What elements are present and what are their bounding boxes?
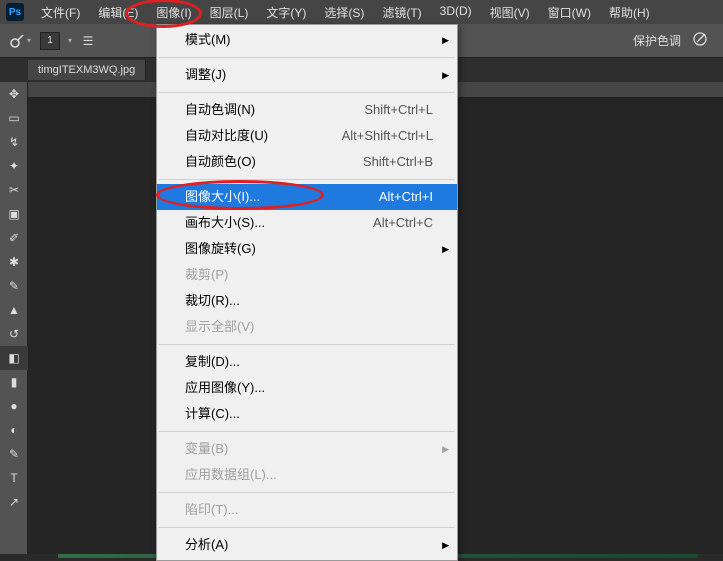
current-tool-icon[interactable]: ▾	[6, 27, 34, 55]
menu-item: 裁剪(P)	[157, 262, 457, 288]
menu-item-label: 画布大小(S)...	[185, 214, 265, 232]
menu-item: 变量(B)	[157, 436, 457, 462]
menu-separator	[159, 344, 455, 345]
menu-item: 应用数据组(L)...	[157, 462, 457, 488]
menu-help[interactable]: 帮助(H)	[600, 0, 659, 25]
menu-item-label: 自动对比度(U)	[185, 127, 268, 145]
menu-item[interactable]: 应用图像(Y)...	[157, 375, 457, 401]
menu-item-label: 模式(M)	[185, 31, 231, 49]
menu-item-label: 应用图像(Y)...	[185, 379, 265, 397]
menu-layer[interactable]: 图层(L)	[201, 0, 258, 25]
menu-item-label: 图像大小(I)...	[185, 188, 260, 206]
eraser-tool[interactable]: ◧	[0, 346, 28, 370]
ps-logo-icon: Ps	[6, 3, 24, 21]
menu-item-label: 计算(C)...	[185, 405, 240, 423]
menu-separator	[159, 57, 455, 58]
type-tool[interactable]: T	[0, 466, 28, 490]
document-tab[interactable]: timgITEXM3WQ.jpg	[28, 60, 146, 80]
menu-item-label: 裁切(R)...	[185, 292, 240, 310]
marquee-tool[interactable]: ▭	[0, 106, 28, 130]
menu-type[interactable]: 文字(Y)	[257, 0, 315, 25]
move-tool[interactable]: ✥	[0, 82, 28, 106]
menu-item-label: 裁剪(P)	[185, 266, 228, 284]
image-menu-dropdown: 模式(M) 调整(J) 自动色调(N) Shift+Ctrl+L 自动对比度(U) Alt…	[156, 24, 458, 561]
wand-tool[interactable]: ✦	[0, 154, 28, 178]
menu-item[interactable]: 自动对比度(U) Alt+Shift+Ctrl+L	[157, 123, 457, 149]
menu-file[interactable]: 文件(F)	[32, 0, 89, 25]
menu-item-label: 调整(J)	[185, 66, 226, 84]
menu-item-label: 自动颜色(O)	[185, 153, 256, 171]
menu-item-label: 图像旋转(G)	[185, 240, 256, 258]
menu-item[interactable]: 自动颜色(O) Shift+Ctrl+B	[157, 149, 457, 175]
layers-option-icon[interactable]: ☰	[76, 29, 100, 53]
menubar: Ps 文件(F)编辑(E)图像(I)图层(L)文字(Y)选择(S)滤镜(T)3D…	[0, 0, 723, 24]
blur-tool[interactable]: ●	[0, 394, 28, 418]
menu-separator	[159, 527, 455, 528]
menu-item[interactable]: 图像大小(I)... Alt+Ctrl+I	[157, 184, 457, 210]
menu-item-label: 变量(B)	[185, 440, 228, 458]
menu-item-label: 分析(A)	[185, 536, 228, 554]
menu-edit[interactable]: 编辑(E)	[89, 0, 147, 25]
pen-tool[interactable]: ✎	[0, 442, 28, 466]
frame-tool[interactable]: ▣	[0, 202, 28, 226]
menu-separator	[159, 492, 455, 493]
menu-separator	[159, 179, 455, 180]
menu-item[interactable]: 复制(D)...	[157, 349, 457, 375]
menu-item[interactable]: 模式(M)	[157, 27, 457, 53]
eyedropper-tool[interactable]: ✐	[0, 226, 28, 250]
menu-filter[interactable]: 滤镜(T)	[373, 0, 430, 25]
path-tool[interactable]: ↗	[0, 490, 28, 514]
menu-item[interactable]: 画布大小(S)... Alt+Ctrl+C	[157, 210, 457, 236]
menu-item: 陷印(T)...	[157, 497, 457, 523]
toolbox: ✥▭↯✦✂▣✐✱✎▲↺◧▮●◐✎T↗	[0, 82, 28, 554]
menu-3d[interactable]: 3D(D)	[431, 0, 481, 25]
menu-select[interactable]: 选择(S)	[315, 0, 373, 25]
menu-item-label: 陷印(T)...	[185, 501, 238, 519]
menu-item-shortcut: Alt+Ctrl+I	[379, 188, 433, 206]
menu-item-label: 自动色调(N)	[185, 101, 255, 119]
stamp-tool[interactable]: ▲	[0, 298, 28, 322]
menu-separator	[159, 92, 455, 93]
menu-item-label: 显示全部(V)	[185, 318, 254, 336]
heal-tool[interactable]: ✱	[0, 250, 28, 274]
menu-item[interactable]: 分析(A)	[157, 532, 457, 558]
menu-view[interactable]: 视图(V)	[481, 0, 539, 25]
sample-size-input[interactable]: 1	[40, 32, 60, 50]
menu-item-shortcut: Alt+Ctrl+C	[373, 214, 433, 232]
preserve-tone-label: 保护色调	[633, 32, 681, 49]
menu-item-label: 复制(D)...	[185, 353, 240, 371]
menu-separator	[159, 431, 455, 432]
menu-item[interactable]: 自动色调(N) Shift+Ctrl+L	[157, 97, 457, 123]
menu-item[interactable]: 调整(J)	[157, 62, 457, 88]
lasso-tool[interactable]: ↯	[0, 130, 28, 154]
brush-tool[interactable]: ✎	[0, 274, 28, 298]
menu-item-shortcut: Shift+Ctrl+L	[364, 101, 433, 119]
menu-image[interactable]: 图像(I)	[147, 0, 200, 25]
menu-item[interactable]: 图像旋转(G)	[157, 236, 457, 262]
menu-item-shortcut: Alt+Shift+Ctrl+L	[342, 127, 433, 145]
menu-item-label: 应用数据组(L)...	[185, 466, 277, 484]
dodge-tool[interactable]: ◐	[0, 418, 28, 442]
history-brush[interactable]: ↺	[0, 322, 28, 346]
menu-item[interactable]: 计算(C)...	[157, 401, 457, 427]
menu-item: 显示全部(V)	[157, 314, 457, 340]
menu-item[interactable]: 裁切(R)...	[157, 288, 457, 314]
menu-item-shortcut: Shift+Ctrl+B	[363, 153, 433, 171]
menu-window[interactable]: 窗口(W)	[539, 0, 600, 25]
crop-tool[interactable]: ✂	[0, 178, 28, 202]
gradient-tool[interactable]: ▮	[0, 370, 28, 394]
target-icon[interactable]	[691, 30, 709, 51]
